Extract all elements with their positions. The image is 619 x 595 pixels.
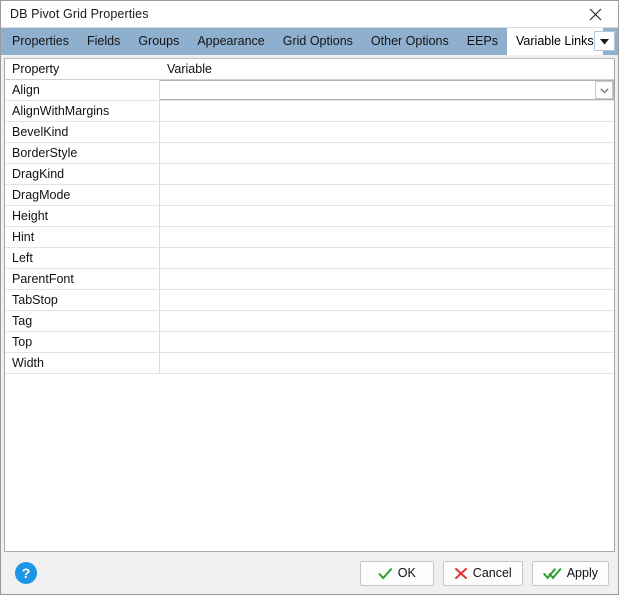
- cell-variable[interactable]: [160, 143, 614, 163]
- table-row[interactable]: TabStop: [5, 290, 614, 311]
- table-row[interactable]: Top: [5, 332, 614, 353]
- table-row[interactable]: Height: [5, 206, 614, 227]
- cell-variable[interactable]: [160, 101, 614, 121]
- table-row[interactable]: Width: [5, 353, 614, 374]
- close-icon: [589, 8, 602, 21]
- cell-variable[interactable]: [160, 332, 614, 352]
- cell-variable[interactable]: [160, 290, 614, 310]
- window-title: DB Pivot Grid Properties: [10, 7, 149, 21]
- tab-other-options[interactable]: Other Options: [362, 28, 458, 55]
- cell-variable[interactable]: [160, 311, 614, 331]
- grid-header-row: Property Variable: [5, 59, 614, 80]
- table-row[interactable]: DragKind: [5, 164, 614, 185]
- cell-property: Hint: [5, 227, 160, 247]
- cell-property: Left: [5, 248, 160, 268]
- cell-property: ParentFont: [5, 269, 160, 289]
- variable-links-grid: Property Variable Align AlignWithMargins…: [4, 58, 615, 552]
- chevron-down-icon: [599, 81, 609, 99]
- close-button[interactable]: [573, 1, 618, 27]
- dialog-body: Property Variable Align AlignWithMargins…: [1, 55, 618, 552]
- tab-eeps[interactable]: EEPs: [458, 28, 507, 55]
- cell-property: DragMode: [5, 185, 160, 205]
- variable-dropdown-button[interactable]: [595, 81, 613, 99]
- table-row[interactable]: DragMode: [5, 185, 614, 206]
- help-button[interactable]: ?: [15, 562, 37, 584]
- apply-button-label: Apply: [566, 565, 598, 580]
- tab-properties[interactable]: Properties: [3, 28, 78, 55]
- table-row[interactable]: AlignWithMargins: [5, 101, 614, 122]
- cell-variable[interactable]: [160, 206, 614, 226]
- cancel-button[interactable]: Cancel: [442, 560, 523, 586]
- column-header-property[interactable]: Property: [5, 59, 160, 79]
- tab-variable-links[interactable]: Variable Links: [507, 28, 603, 55]
- tab-appearance[interactable]: Appearance: [188, 28, 273, 55]
- cell-property: Tag: [5, 311, 160, 331]
- check-icon: [378, 567, 393, 580]
- table-row[interactable]: Tag: [5, 311, 614, 332]
- table-row[interactable]: BorderStyle: [5, 143, 614, 164]
- cell-property: Width: [5, 353, 160, 373]
- cell-property: DragKind: [5, 164, 160, 184]
- table-row[interactable]: Align: [5, 80, 614, 101]
- tab-fields[interactable]: Fields: [78, 28, 129, 55]
- table-row[interactable]: Hint: [5, 227, 614, 248]
- tab-bar: Properties Fields Groups Appearance Grid…: [1, 28, 618, 55]
- cell-property: Top: [5, 332, 160, 352]
- cell-variable[interactable]: [160, 122, 614, 142]
- table-row[interactable]: BevelKind: [5, 122, 614, 143]
- title-bar: DB Pivot Grid Properties: [1, 1, 618, 28]
- cell-variable[interactable]: [160, 227, 614, 247]
- cell-variable[interactable]: [160, 353, 614, 373]
- table-row[interactable]: ParentFont: [5, 269, 614, 290]
- table-row[interactable]: Left: [5, 248, 614, 269]
- cell-property: TabStop: [5, 290, 160, 310]
- chevron-down-icon: [600, 32, 609, 50]
- tab-groups[interactable]: Groups: [129, 28, 188, 55]
- cell-property: Align: [5, 80, 160, 100]
- cell-variable[interactable]: [160, 164, 614, 184]
- cell-property: BorderStyle: [5, 143, 160, 163]
- cell-property: AlignWithMargins: [5, 101, 160, 121]
- close-icon: [454, 567, 468, 580]
- dialog-footer: ? OK Cancel Apply: [1, 552, 618, 594]
- tab-overflow-button[interactable]: [594, 31, 615, 51]
- grid-rows: Align AlignWithMargins BevelKind BorderS…: [5, 80, 614, 374]
- cell-variable[interactable]: [160, 185, 614, 205]
- dialog-window: DB Pivot Grid Properties Properties Fiel…: [0, 0, 619, 595]
- column-header-variable[interactable]: Variable: [160, 59, 614, 79]
- tab-grid-options[interactable]: Grid Options: [274, 28, 362, 55]
- cell-variable[interactable]: [160, 80, 614, 100]
- apply-button[interactable]: Apply: [531, 560, 609, 586]
- ok-button[interactable]: OK: [359, 560, 434, 586]
- cell-property: Height: [5, 206, 160, 226]
- cell-variable[interactable]: [160, 269, 614, 289]
- double-check-icon: [542, 567, 562, 580]
- cell-property: BevelKind: [5, 122, 160, 142]
- cell-variable[interactable]: [160, 248, 614, 268]
- ok-button-label: OK: [397, 565, 416, 580]
- cancel-button-label: Cancel: [472, 565, 512, 580]
